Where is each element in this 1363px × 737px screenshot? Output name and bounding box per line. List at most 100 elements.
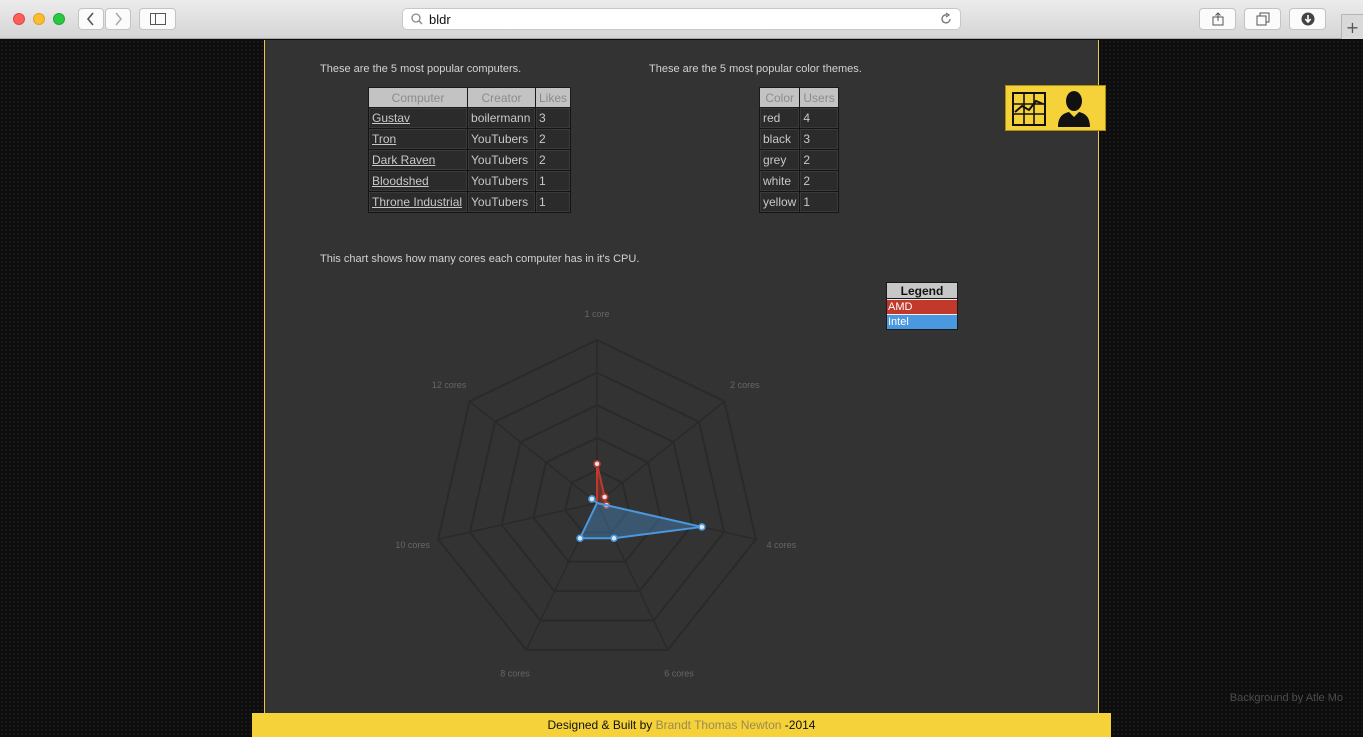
radar-point-intel	[610, 534, 618, 543]
table-row: grey 2	[758, 149, 839, 171]
chevron-right-icon	[115, 12, 123, 26]
table-row: Dark Raven YouTubers 2	[367, 149, 572, 171]
url-text[interactable]: bldr	[429, 12, 451, 27]
downloads-button[interactable]	[1289, 8, 1326, 30]
creator-cell: YouTubers	[467, 128, 536, 150]
line-chart-icon[interactable]	[1012, 92, 1046, 126]
footer-suffix: -2014	[784, 718, 816, 732]
color-cell: grey	[758, 149, 801, 171]
page-background: These are the 5 most popular computers. …	[0, 40, 1363, 737]
radar-axis-label: 4 cores	[767, 540, 797, 550]
footer: Designed & Built by Brandt Thomas Newton…	[252, 713, 1111, 737]
computer-cell: Tron	[367, 128, 469, 150]
radar-axis-label: 12 cores	[432, 380, 467, 390]
likes-cell: 1	[534, 191, 572, 213]
radar-point-intel	[698, 523, 706, 531]
share-button[interactable]	[1199, 8, 1236, 30]
computer-link[interactable]: Dark Raven	[372, 153, 435, 167]
computer-link[interactable]: Tron	[372, 132, 396, 146]
chart-legend: Legend AMD Intel	[886, 282, 958, 330]
likes-cell: 3	[534, 107, 572, 129]
computer-link[interactable]: Gustav	[372, 111, 410, 125]
background-credit: Background by Atle Mo	[1229, 692, 1343, 704]
likes-cell: 2	[534, 149, 572, 171]
address-bar[interactable]: bldr	[402, 8, 961, 30]
plus-icon: +	[1345, 17, 1360, 37]
legend-item-amd: AMD	[887, 299, 957, 314]
table-row: Throne Industrial YouTubers 1	[367, 191, 572, 213]
column-header[interactable]: Creator	[467, 87, 536, 108]
window-close-button[interactable]	[13, 13, 25, 25]
radar-point-amd	[600, 493, 609, 501]
computer-cell: Gustav	[367, 107, 469, 129]
reload-icon[interactable]	[940, 12, 952, 26]
color-cell: black	[758, 128, 801, 150]
window-maximize-button[interactable]	[53, 13, 65, 25]
computers-caption: These are the 5 most popular computers.	[320, 63, 522, 75]
table-header-row: Color Users	[758, 87, 839, 108]
radar-point-intel	[588, 495, 596, 503]
computer-link[interactable]: Bloodshed	[372, 174, 429, 188]
computer-cell: Throne Industrial	[367, 191, 469, 213]
radar-axis-label: 6 cores	[664, 668, 694, 678]
nav-icon-panel	[1005, 85, 1106, 131]
creator-cell: YouTubers	[467, 170, 536, 192]
forward-button[interactable]	[105, 8, 131, 30]
radar-axis-label: 1 core	[584, 309, 609, 319]
color-cell: yellow	[758, 191, 801, 213]
radar-axis-label: 8 cores	[500, 668, 530, 678]
column-header[interactable]: Color	[758, 87, 801, 108]
download-icon	[1301, 12, 1314, 26]
likes-cell: 2	[534, 128, 572, 150]
users-cell: 1	[799, 191, 839, 213]
radar-series-intel	[578, 498, 703, 540]
likes-cell: 1	[534, 170, 572, 192]
legend-item-intel: Intel	[887, 314, 957, 329]
creator-cell: YouTubers	[467, 149, 536, 171]
radar-chart: 1 core 2 cores 4 cores 6 cores 8 cores 10 cor…	[395, 309, 797, 678]
radar-axis-label: 2 cores	[730, 380, 760, 390]
column-header[interactable]: Users	[799, 87, 839, 108]
table-row: Bloodshed YouTubers 1	[367, 170, 572, 192]
radar-axis-label: 10 cores	[395, 540, 430, 550]
table-row: white 2	[758, 170, 839, 192]
users-cell: 3	[799, 128, 839, 150]
search-icon	[411, 13, 423, 25]
browser-toolbar: bldr +	[0, 0, 1363, 39]
user-icon[interactable]	[1056, 90, 1092, 128]
author-link[interactable]: Brandt Thomas Newton	[656, 718, 782, 732]
users-cell: 4	[799, 107, 839, 129]
share-icon	[1212, 12, 1223, 26]
computer-link[interactable]: Throne Industrial	[372, 195, 462, 209]
table-row: black 3	[758, 128, 839, 150]
new-tab-button[interactable]: +	[1341, 14, 1363, 39]
chevron-left-icon	[86, 12, 94, 26]
column-header[interactable]: Computer	[367, 87, 469, 108]
back-button[interactable]	[78, 8, 104, 30]
sidebar-button[interactable]	[139, 8, 176, 30]
column-header[interactable]: Likes	[534, 87, 572, 108]
table-header-row: Computer Creator Likes	[367, 87, 572, 108]
color-cell: white	[758, 170, 801, 192]
themes-table: Color Users red 4 black 3 grey 2 white 2	[758, 87, 839, 213]
computer-cell: Dark Raven	[367, 149, 469, 171]
tabs-button[interactable]	[1244, 8, 1281, 30]
users-cell: 2	[799, 149, 839, 171]
creator-cell: YouTubers	[467, 191, 536, 213]
legend-title: Legend	[887, 283, 957, 299]
table-row: Tron YouTubers 2	[367, 128, 572, 150]
themes-caption: These are the 5 most popular color theme…	[649, 63, 862, 75]
users-cell: 2	[799, 170, 839, 192]
footer-prefix: Designed & Built by	[547, 718, 653, 732]
sidebar-icon	[149, 13, 166, 25]
window-minimize-button[interactable]	[33, 13, 45, 25]
table-row: Gustav boilermann 3	[367, 107, 572, 129]
computers-table: Computer Creator Likes Gustav boilermann…	[367, 87, 572, 213]
creator-cell: boilermann	[467, 107, 536, 129]
radar-point-intel	[576, 534, 584, 543]
chart-caption: This chart shows how many cores each com…	[320, 253, 640, 265]
tabs-icon	[1256, 12, 1269, 26]
color-cell: red	[758, 107, 801, 129]
table-row: red 4	[758, 107, 839, 129]
radar-point-amd	[593, 460, 601, 468]
